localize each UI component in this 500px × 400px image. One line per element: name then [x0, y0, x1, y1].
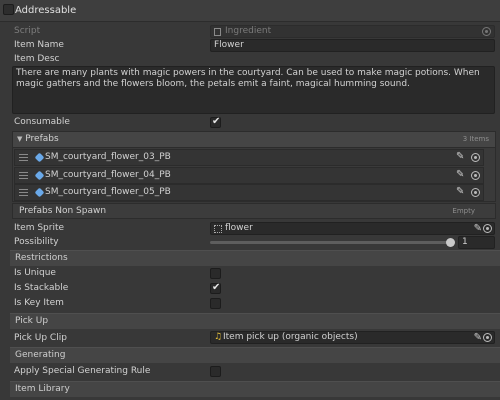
slider-track	[210, 241, 454, 244]
item-sprite-label: Item Sprite	[14, 223, 65, 233]
is-unique-label: Is Unique	[14, 268, 56, 278]
item-name-label: Item Name	[14, 40, 64, 50]
prefabs-non-spawn-status: Empty	[452, 207, 475, 215]
target-icon[interactable]	[471, 171, 480, 180]
apply-special-generating-rule-label: Apply Special Generating Rule	[14, 366, 151, 376]
drag-handle-icon[interactable]	[19, 172, 28, 173]
target-icon[interactable]	[483, 224, 492, 233]
target-icon	[482, 27, 491, 36]
pencil-icon[interactable]: ✎	[456, 169, 464, 181]
checkmark-icon: ✔	[212, 116, 221, 127]
enabled-checkbox[interactable]	[3, 4, 14, 15]
checkmark-icon: ✔	[212, 282, 221, 293]
is-unique-checkbox[interactable]	[210, 268, 221, 279]
pencil-icon[interactable]: ✎	[456, 151, 464, 163]
prefab-icon	[34, 187, 45, 198]
drag-handle-icon[interactable]	[19, 154, 28, 155]
component-title: Addressable	[15, 5, 77, 16]
drag-handle-icon[interactable]	[19, 189, 28, 190]
prefab-icon	[34, 152, 45, 163]
possibility-input[interactable]: 1	[458, 236, 495, 249]
prefabs-header[interactable]: ▼ Prefabs 3 Items	[12, 131, 496, 148]
is-stackable-label: Is Stackable	[14, 283, 69, 293]
script-icon	[214, 28, 221, 36]
prefab-name: SM_courtyard_flower_04_PB	[45, 170, 171, 180]
generating-section-header: Generating	[10, 347, 500, 363]
prefabs-non-spawn-label: Prefabs Non Spawn	[19, 206, 107, 216]
script-label: Script	[14, 26, 41, 36]
prefab-list-item[interactable]: SM_courtyard_flower_03_PB ✎	[14, 149, 484, 166]
prefab-icon	[34, 170, 45, 181]
target-icon[interactable]	[471, 188, 480, 197]
prefabs-count: 3 Items	[462, 135, 489, 143]
script-value: Ingredient	[225, 26, 272, 36]
audio-icon: ♫	[214, 332, 223, 342]
is-key-item-label: Is Key Item	[14, 298, 64, 308]
prefabs-label: Prefabs	[25, 134, 59, 144]
item-desc-textarea[interactable]: There are many plants with magic powers …	[12, 66, 495, 114]
apply-special-generating-rule-checkbox[interactable]	[210, 366, 221, 377]
slider-thumb[interactable]	[446, 238, 455, 247]
item-name-input[interactable]: Flower	[210, 39, 495, 52]
pick-up-clip-label: Pick Up Clip	[14, 333, 67, 343]
target-icon[interactable]	[483, 333, 492, 342]
prefab-list-item[interactable]: SM_courtyard_flower_05_PB ✎	[14, 184, 484, 201]
possibility-label: Possibility	[14, 237, 59, 247]
component-header[interactable]: Addressable	[0, 0, 500, 22]
item-library-section-header: Item Library	[10, 381, 500, 397]
pick-up-section-header: Pick Up	[10, 313, 500, 329]
item-desc-label: Item Desc	[14, 54, 60, 64]
script-field: Ingredient	[210, 25, 495, 38]
prefabs-non-spawn-header[interactable]: Prefabs Non Spawn Empty	[12, 203, 496, 219]
is-key-item-checkbox[interactable]	[210, 298, 221, 309]
item-sprite-field[interactable]: flower ✎	[210, 222, 495, 235]
target-icon[interactable]	[471, 153, 480, 162]
sprite-icon	[214, 225, 222, 233]
item-sprite-value: flower	[225, 223, 253, 233]
pencil-icon[interactable]: ✎	[456, 186, 464, 198]
pick-up-clip-value: Item pick up (organic objects)	[223, 332, 358, 342]
consumable-checkbox[interactable]: ✔	[210, 116, 221, 128]
consumable-label: Consumable	[14, 117, 70, 127]
pick-up-clip-field[interactable]: ♫ Item pick up (organic objects) ✎	[210, 331, 495, 344]
prefab-name: SM_courtyard_flower_05_PB	[45, 187, 171, 197]
is-stackable-checkbox[interactable]: ✔	[210, 282, 221, 294]
possibility-slider[interactable]	[210, 236, 456, 249]
prefab-list-item[interactable]: SM_courtyard_flower_04_PB ✎	[14, 167, 484, 184]
pencil-icon[interactable]: ✎	[474, 223, 482, 234]
foldout-arrow-icon: ▼	[17, 135, 23, 143]
pencil-icon[interactable]: ✎	[474, 332, 482, 343]
restrictions-section-header: Restrictions	[10, 250, 500, 266]
prefab-name: SM_courtyard_flower_03_PB	[45, 152, 171, 162]
